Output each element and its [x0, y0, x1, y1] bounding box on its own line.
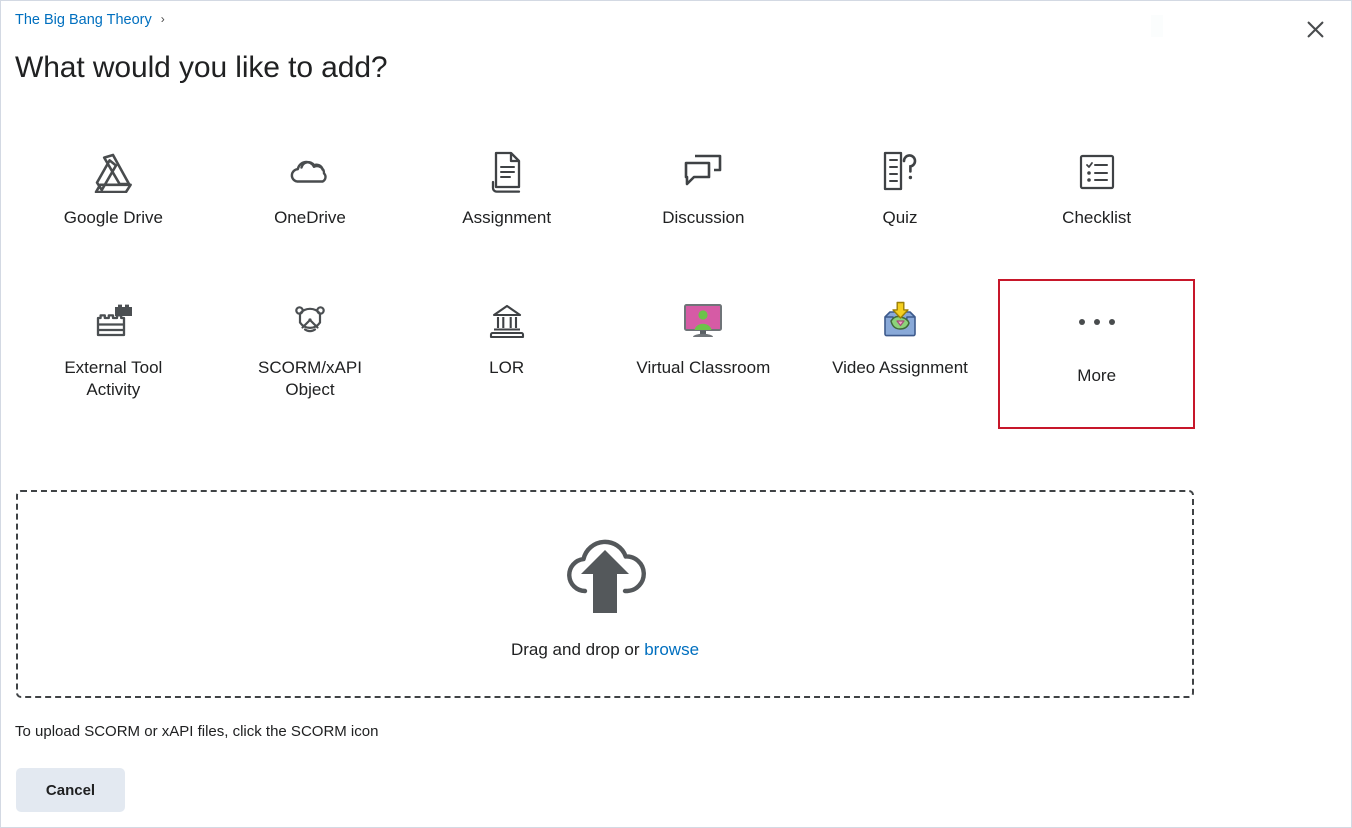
tile-label: SCORM/xAPI Object — [258, 358, 362, 399]
tile-label: OneDrive — [274, 208, 346, 227]
close-button[interactable] — [1301, 15, 1329, 43]
tile-label: Video Assignment — [832, 358, 968, 377]
tile-lor[interactable]: LOR — [408, 279, 605, 429]
tile-virtual-classroom[interactable]: Virtual Classroom — [605, 279, 802, 429]
cancel-button[interactable]: Cancel — [16, 768, 125, 812]
tile-label: Assignment — [462, 208, 552, 227]
onedrive-icon — [286, 149, 334, 195]
tile-label: Virtual Classroom — [636, 358, 771, 377]
tile-label: More — [1077, 366, 1117, 385]
file-dropzone[interactable]: Drag and drop or browse — [16, 490, 1194, 698]
tile-discussion[interactable]: Discussion — [605, 129, 802, 279]
dropzone-text-prefix: Drag and drop or — [510, 639, 645, 659]
tile-checklist[interactable]: Checklist — [998, 129, 1195, 279]
scorm-upload-note: To upload SCORM or xAPI files, click the… — [15, 723, 379, 740]
tile-label: External Tool Activity — [64, 358, 163, 399]
breadcrumb: The Big Bang Theory › — [15, 13, 165, 28]
tile-google-drive[interactable]: Google Drive — [15, 129, 212, 279]
page-title: What would you like to add? — [15, 51, 388, 84]
google-drive-icon — [91, 149, 135, 195]
tile-label: Discussion — [662, 208, 745, 227]
tile-quiz[interactable]: Quiz — [802, 129, 999, 279]
checklist-icon — [1079, 149, 1115, 195]
tile-label: Quiz — [882, 208, 918, 227]
browse-link[interactable]: browse — [644, 640, 699, 659]
tile-more[interactable]: More — [998, 279, 1195, 429]
tile-label: Checklist — [1062, 208, 1132, 227]
tile-video-assignment[interactable]: Video Assignment — [802, 279, 999, 429]
tile-external-tool-activity[interactable]: External Tool Activity — [15, 279, 212, 429]
cloud-upload-icon — [557, 529, 653, 622]
add-content-dialog: The Big Bang Theory › What would you lik… — [0, 0, 1352, 828]
virtual-classroom-monitor-icon — [680, 299, 726, 345]
chevron-right-icon: › — [160, 12, 165, 27]
tile-scorm-xapi-object[interactable]: SCORM/xAPI Object — [212, 279, 409, 429]
tile-label: LOR — [489, 358, 525, 377]
lego-brick-icon — [91, 299, 135, 345]
decorative-artifact — [1151, 15, 1163, 37]
tile-label: Google Drive — [63, 208, 163, 227]
tile-assignment[interactable]: Assignment — [408, 129, 605, 279]
close-icon — [1306, 20, 1325, 39]
breadcrumb-link-course[interactable]: The Big Bang Theory — [15, 13, 152, 28]
scorm-xapi-icon — [290, 299, 330, 345]
tile-onedrive[interactable]: OneDrive — [212, 129, 409, 279]
ellipsis-icon — [1078, 299, 1115, 345]
library-building-icon — [489, 299, 525, 345]
video-assignment-inbox-icon — [877, 299, 923, 345]
discussion-bubbles-icon — [682, 149, 724, 195]
assignment-document-icon — [490, 149, 524, 195]
dropzone-text: Drag and drop or browse — [511, 640, 699, 660]
content-type-grid: Google Drive OneDrive Assignment Discuss… — [15, 129, 1195, 429]
quiz-question-icon — [880, 149, 920, 195]
